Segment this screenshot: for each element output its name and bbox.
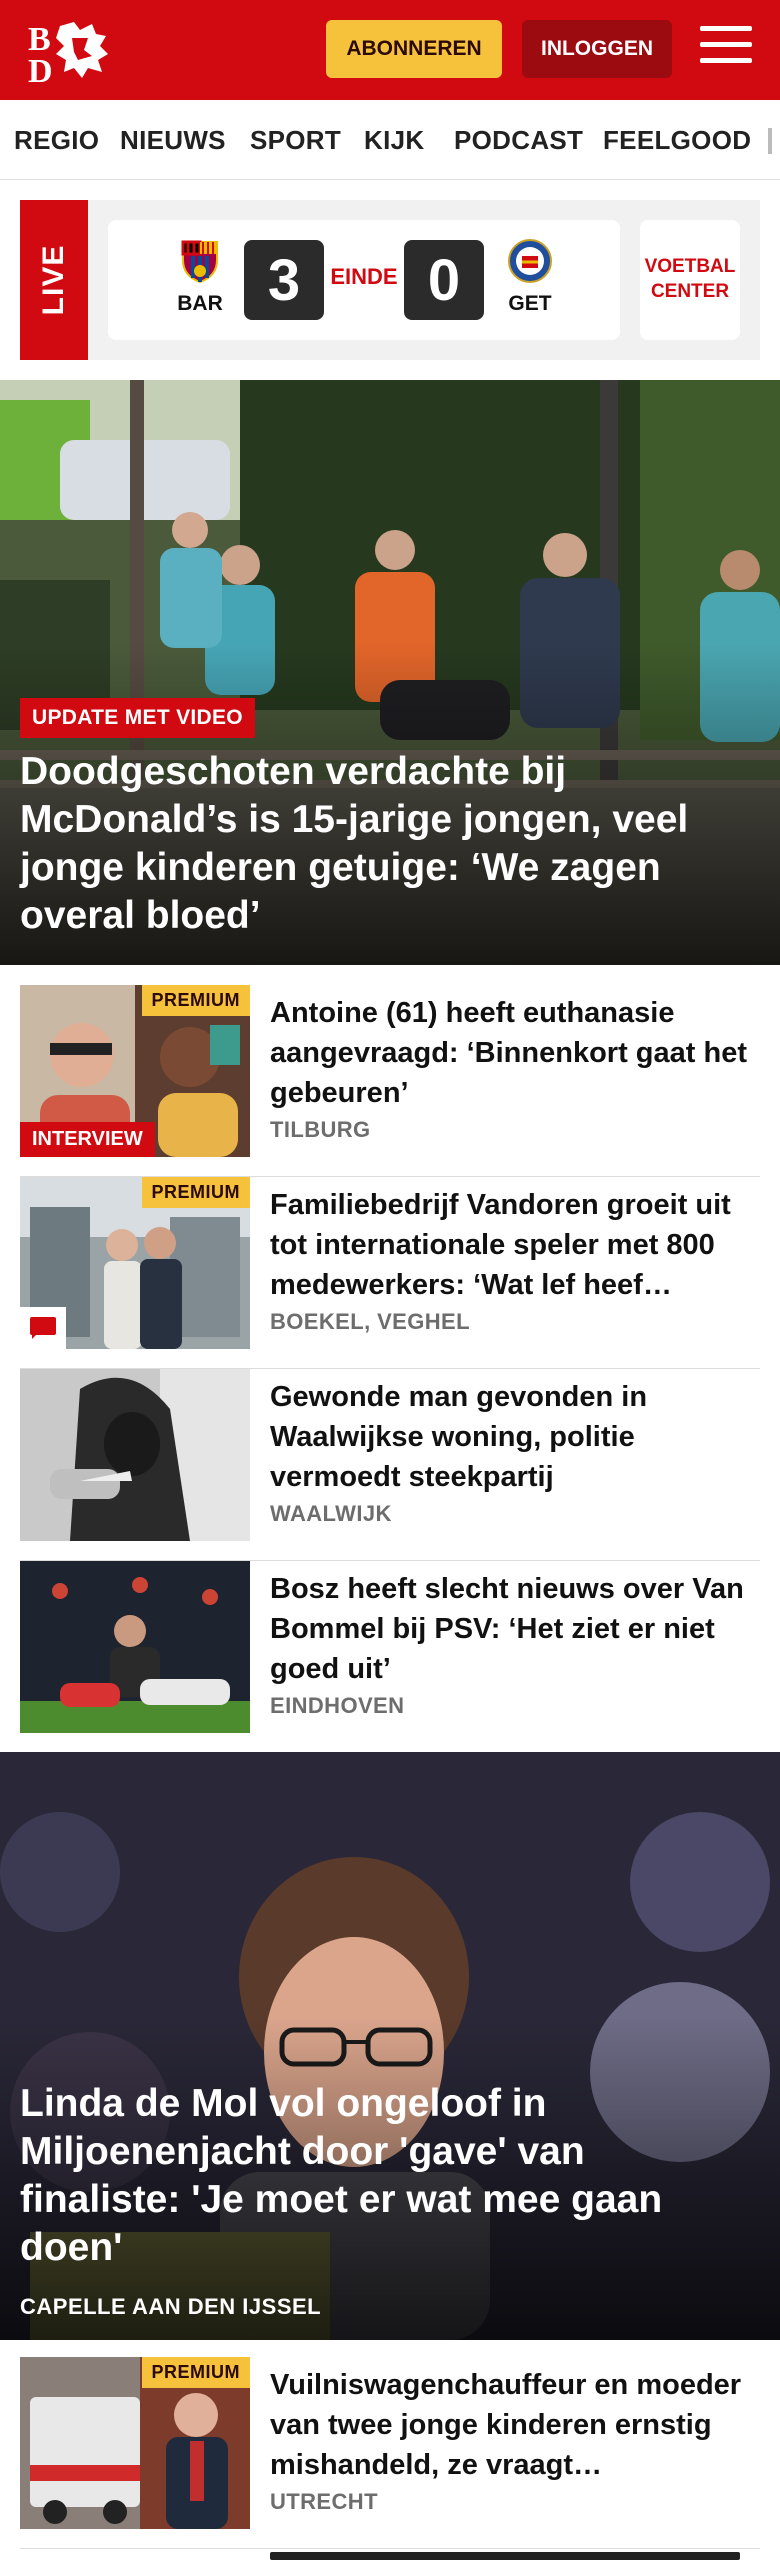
away-team-abbr: GET — [508, 292, 552, 315]
article-title[interactable]: Gewonde man gevonden in Waalwijkse wonin… — [270, 1377, 760, 1497]
nav-item-sport[interactable]: SPORT — [250, 125, 341, 156]
nav-item-regio[interactable]: REGIO — [14, 125, 99, 156]
article-thumbnail: PREMIUM INTERVIEW — [20, 985, 250, 1157]
hero-title[interactable]: Doodgeschoten verdachte bij McDonald’s i… — [20, 748, 740, 940]
match-card[interactable]: BAR 3 EINDE 0 GET — [108, 220, 620, 340]
nav-item-podcast[interactable]: PODCAST — [454, 125, 583, 156]
svg-text:D: D — [28, 53, 53, 86]
away-score: 0 — [404, 240, 484, 320]
away-team: GET — [500, 238, 560, 316]
bd-logo[interactable]: B D — [26, 16, 116, 90]
login-button[interactable]: INLOGGEN — [522, 20, 672, 78]
live-score-widget: LIVE BAR 3 EINDE 0 GET VOETBAL CENTER — [20, 200, 760, 360]
interview-badge: INTERVIEW — [20, 1122, 155, 1157]
article-title[interactable]: Bosz heeft slecht nieuws over Van Bommel… — [270, 1569, 760, 1689]
premium-badge: PREMIUM — [141, 1177, 250, 1208]
update-video-badge: UPDATE MET VIDEO — [20, 698, 255, 738]
article-location: TILBURG — [270, 1117, 371, 1142]
list-item[interactable]: Bosz heeft slecht nieuws over Van Bommel… — [20, 1561, 760, 1753]
list-item[interactable]: PREMIUM INTERVIEW Antoine (61) heeft eut… — [20, 985, 760, 1177]
subscribe-button[interactable]: ABONNEREN — [326, 20, 502, 78]
featured-article[interactable]: Linda de Mol vol ongeloof in Miljoenenja… — [0, 1752, 780, 2340]
menu-icon[interactable] — [700, 26, 752, 70]
next-article-peek — [270, 2548, 740, 2560]
top-bar: B D ABONNEREN INLOGGEN — [0, 0, 780, 100]
getafe-crest-icon — [507, 238, 553, 284]
live-tag: LIVE — [20, 200, 88, 360]
match-status: EINDE — [330, 264, 398, 289]
nav-item-nieuws[interactable]: NIEUWS — [120, 125, 226, 156]
section-nav: REGIO NIEUWS SPORT KIJK PODCAST FEELGOOD — [0, 100, 780, 180]
hero-article[interactable]: UPDATE MET VIDEO Doodgeschoten verdachte… — [0, 380, 780, 965]
article-location: EINDHOVEN — [270, 1693, 405, 1718]
article-location: UTRECHT — [270, 2489, 378, 2514]
list-item[interactable]: PREMIUM Familiebedrijf Vandoren groeit u… — [20, 1177, 760, 1369]
list-item[interactable]: PREMIUM Vuilniswagenchauffeur en moeder … — [20, 2357, 760, 2549]
list-item[interactable]: Gewonde man gevonden in Waalwijkse wonin… — [20, 1369, 760, 1561]
nav-item-kijk[interactable]: KIJK — [364, 125, 424, 156]
article-thumbnail — [20, 1561, 250, 1733]
barcelona-crest-icon — [177, 238, 223, 284]
voetbal-center-button[interactable]: VOETBAL CENTER — [640, 220, 740, 340]
premium-badge: PREMIUM — [141, 985, 250, 1016]
featured-title[interactable]: Linda de Mol vol ongeloof in Miljoenenja… — [20, 2080, 740, 2272]
nav-overflow-indicator — [768, 128, 772, 154]
home-team-abbr: BAR — [177, 292, 223, 315]
premium-badge: PREMIUM — [141, 2357, 250, 2388]
article-thumbnail: PREMIUM — [20, 1177, 250, 1349]
article-title[interactable]: Antoine (61) heeft euthanasie aangevraag… — [270, 993, 760, 1113]
comment-icon — [20, 1307, 66, 1349]
featured-location: CAPELLE AAN DEN IJSSEL — [20, 2294, 322, 2319]
home-score: 3 — [244, 240, 324, 320]
article-location: BOEKEL, VEGHEL — [270, 1309, 470, 1334]
article-thumbnail — [20, 1369, 250, 1541]
nav-item-feelgood[interactable]: FEELGOOD — [603, 125, 751, 156]
article-title[interactable]: Vuilniswagenchauffeur en moeder van twee… — [270, 2365, 760, 2485]
article-thumbnail: PREMIUM — [20, 2357, 250, 2529]
home-team: BAR — [170, 238, 230, 316]
article-location: WAALWIJK — [270, 1501, 392, 1526]
article-title[interactable]: Familiebedrijf Vandoren groeit uit tot i… — [270, 1185, 760, 1305]
